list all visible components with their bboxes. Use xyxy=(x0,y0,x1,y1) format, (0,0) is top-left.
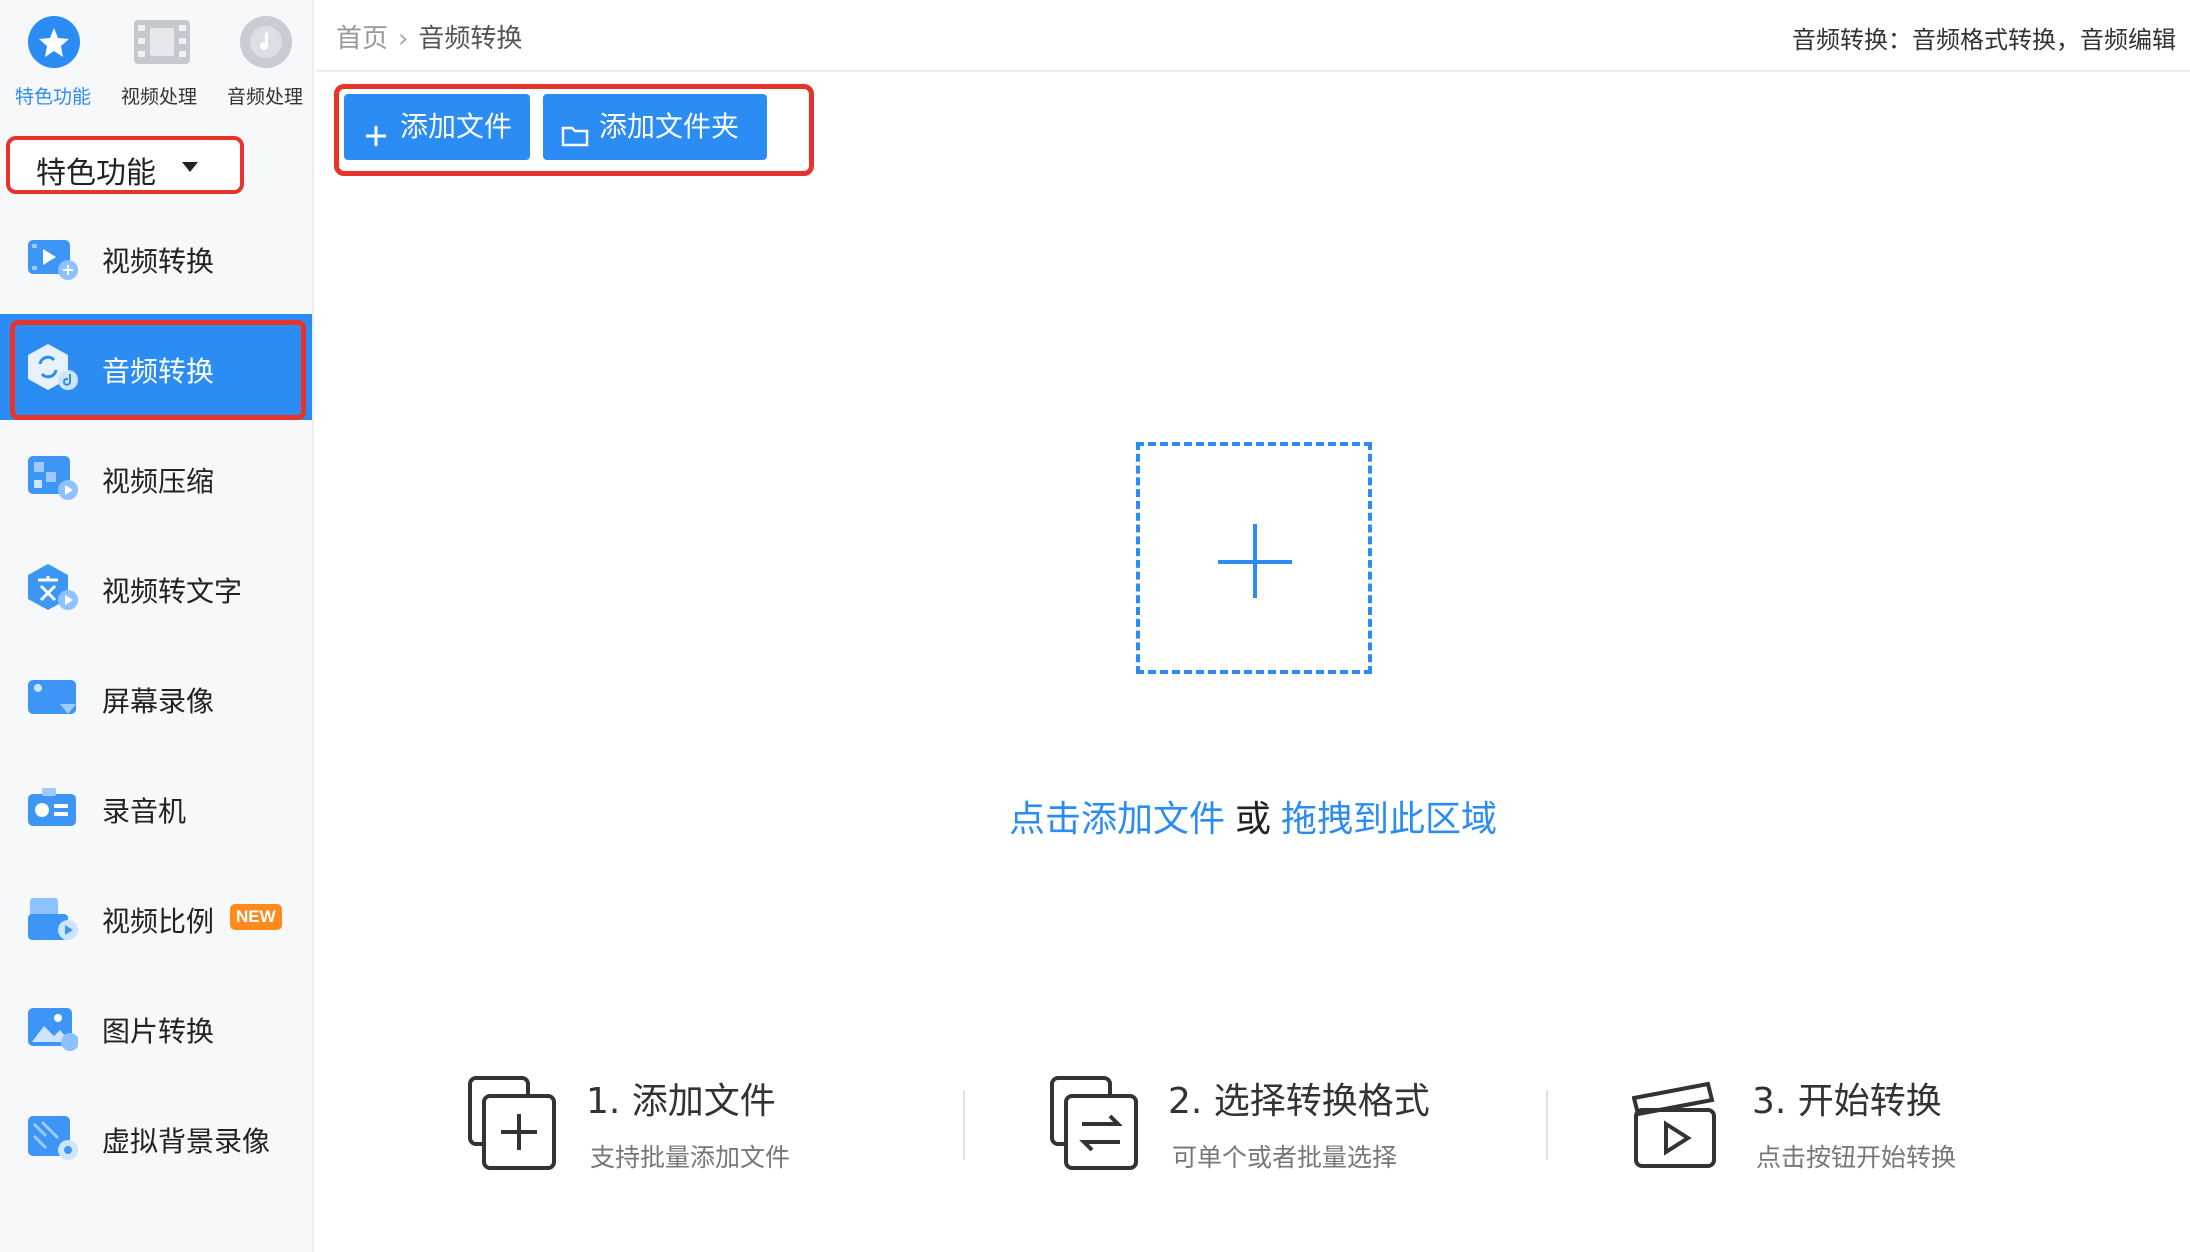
drag-here-link: 拖拽到此区域 xyxy=(1281,799,1498,840)
add-file-label: 添加文件 xyxy=(400,110,513,143)
recorder-icon xyxy=(28,784,78,832)
add-folder-label: 添加文件夹 xyxy=(599,110,740,143)
breadcrumb: 首页 › 音频转换 xyxy=(336,18,522,55)
step-select-format: 2. 选择转换格式 可单个或者批量选择 xyxy=(1048,1060,1468,1190)
new-badge: NEW xyxy=(230,904,282,930)
category-dropdown[interactable]: 特色功能 xyxy=(6,136,244,194)
screen-record-icon xyxy=(28,674,78,722)
menu-item-label: 图片转换 xyxy=(102,1015,215,1048)
step-divider xyxy=(963,1090,965,1160)
tab-video-processing[interactable]: 视频处理 xyxy=(106,0,212,122)
menu-item-label: 视频压缩 xyxy=(102,465,215,498)
steps-guide: 1. 添加文件 支持批量添加文件 2. 选择转换格式 可单个或者批量选择 3. … xyxy=(316,1060,2190,1190)
step-subtitle: 支持批量添加文件 xyxy=(590,1143,791,1172)
sidebar: 特色功能 视频处理 音频处理 特色功能 视频转换 音频转换 视频压缩 视频转文字… xyxy=(0,0,314,1252)
swap-format-icon xyxy=(1048,1074,1144,1172)
menu-item-video-ratio[interactable]: 视频比例 NEW xyxy=(0,864,312,970)
audio-convert-icon xyxy=(28,344,78,392)
menu-item-virtual-background[interactable]: 虚拟背景录像 xyxy=(0,1084,312,1190)
feature-description: 音频转换：音频格式转换，音频编辑 xyxy=(1792,26,2176,54)
star-icon xyxy=(28,16,80,68)
or-text: 或 xyxy=(1234,799,1271,840)
folder-icon xyxy=(559,110,591,147)
top-bar: 首页 › 音频转换 音频转换：音频格式转换，音频编辑 xyxy=(316,0,2190,72)
video-compress-icon xyxy=(28,454,78,502)
plus-icon xyxy=(360,110,392,146)
click-add-file-link[interactable]: 点击添加文件 xyxy=(1009,799,1225,840)
drop-hint: 点击添加文件或拖拽到此区域 xyxy=(316,790,2190,842)
breadcrumb-current: 音频转换 xyxy=(418,24,523,54)
add-folder-button[interactable]: 添加文件夹 xyxy=(543,94,767,160)
add-file-button[interactable]: 添加文件 xyxy=(344,94,530,160)
step-title: 2. 选择转换格式 xyxy=(1168,1081,1430,1122)
tab-label: 音频处理 xyxy=(226,86,303,108)
add-file-icon xyxy=(466,1074,562,1172)
menu-item-video-to-text[interactable]: 视频转文字 xyxy=(0,534,312,640)
tab-special-features[interactable]: 特色功能 xyxy=(0,0,106,122)
caret-down-icon xyxy=(182,162,198,172)
chevron-right-icon: › xyxy=(398,24,409,54)
menu-item-label: 音频转换 xyxy=(102,355,215,388)
breadcrumb-home[interactable]: 首页 xyxy=(336,24,388,54)
step-subtitle: 可单个或者批量选择 xyxy=(1172,1143,1398,1172)
menu-item-label: 视频转换 xyxy=(102,245,215,278)
tab-audio-processing[interactable]: 音频处理 xyxy=(212,0,318,122)
step-divider xyxy=(1546,1090,1548,1160)
step-add-file: 1. 添加文件 支持批量添加文件 xyxy=(466,1060,886,1190)
menu-item-label: 视频比例 xyxy=(102,905,215,938)
menu-item-recorder[interactable]: 录音机 xyxy=(0,754,312,860)
tab-label: 特色功能 xyxy=(14,86,91,108)
step-title: 3. 开始转换 xyxy=(1752,1081,1942,1122)
plus-icon-stroke xyxy=(1253,524,1257,598)
music-disc-icon xyxy=(240,16,292,68)
image-convert-icon xyxy=(28,1004,79,1052)
tab-label: 视频处理 xyxy=(120,86,197,108)
step-title: 1. 添加文件 xyxy=(586,1081,776,1122)
video-to-text-icon xyxy=(28,564,78,612)
menu-item-label: 录音机 xyxy=(102,795,187,828)
menu-item-label: 视频转文字 xyxy=(102,575,243,608)
step-subtitle: 点击按钮开始转换 xyxy=(1756,1143,1957,1172)
virtual-background-icon xyxy=(28,1114,78,1162)
video-ratio-icon xyxy=(28,894,78,942)
video-convert-icon xyxy=(28,234,78,282)
main-panel: 首页 › 音频转换 音频转换：音频格式转换，音频编辑 添加文件 添加文件夹 点击添加… xyxy=(316,0,2190,1252)
step-start-convert: 3. 开始转换 点击按钮开始转换 xyxy=(1631,1060,2052,1190)
menu-item-screen-record[interactable]: 屏幕录像 xyxy=(0,644,312,750)
play-clapper-icon xyxy=(1631,1074,1728,1172)
film-icon xyxy=(134,16,190,68)
category-label: 特色功能 xyxy=(36,156,156,191)
menu-item-label: 屏幕录像 xyxy=(102,685,215,718)
menu-item-audio-convert[interactable]: 音频转换 xyxy=(0,314,312,420)
menu-item-video-convert[interactable]: 视频转换 xyxy=(0,204,312,310)
menu-item-label: 虚拟背景录像 xyxy=(102,1125,271,1158)
drop-zone[interactable] xyxy=(1136,442,1372,674)
app-window: 特色功能 视频处理 音频处理 特色功能 视频转换 音频转换 视频压缩 视频转文字… xyxy=(0,0,2190,1252)
menu-item-video-compress[interactable]: 视频压缩 xyxy=(0,424,312,530)
top-tab-bar: 特色功能 视频处理 音频处理 xyxy=(0,0,314,126)
menu-item-image-convert[interactable]: 图片转换 xyxy=(0,974,312,1080)
